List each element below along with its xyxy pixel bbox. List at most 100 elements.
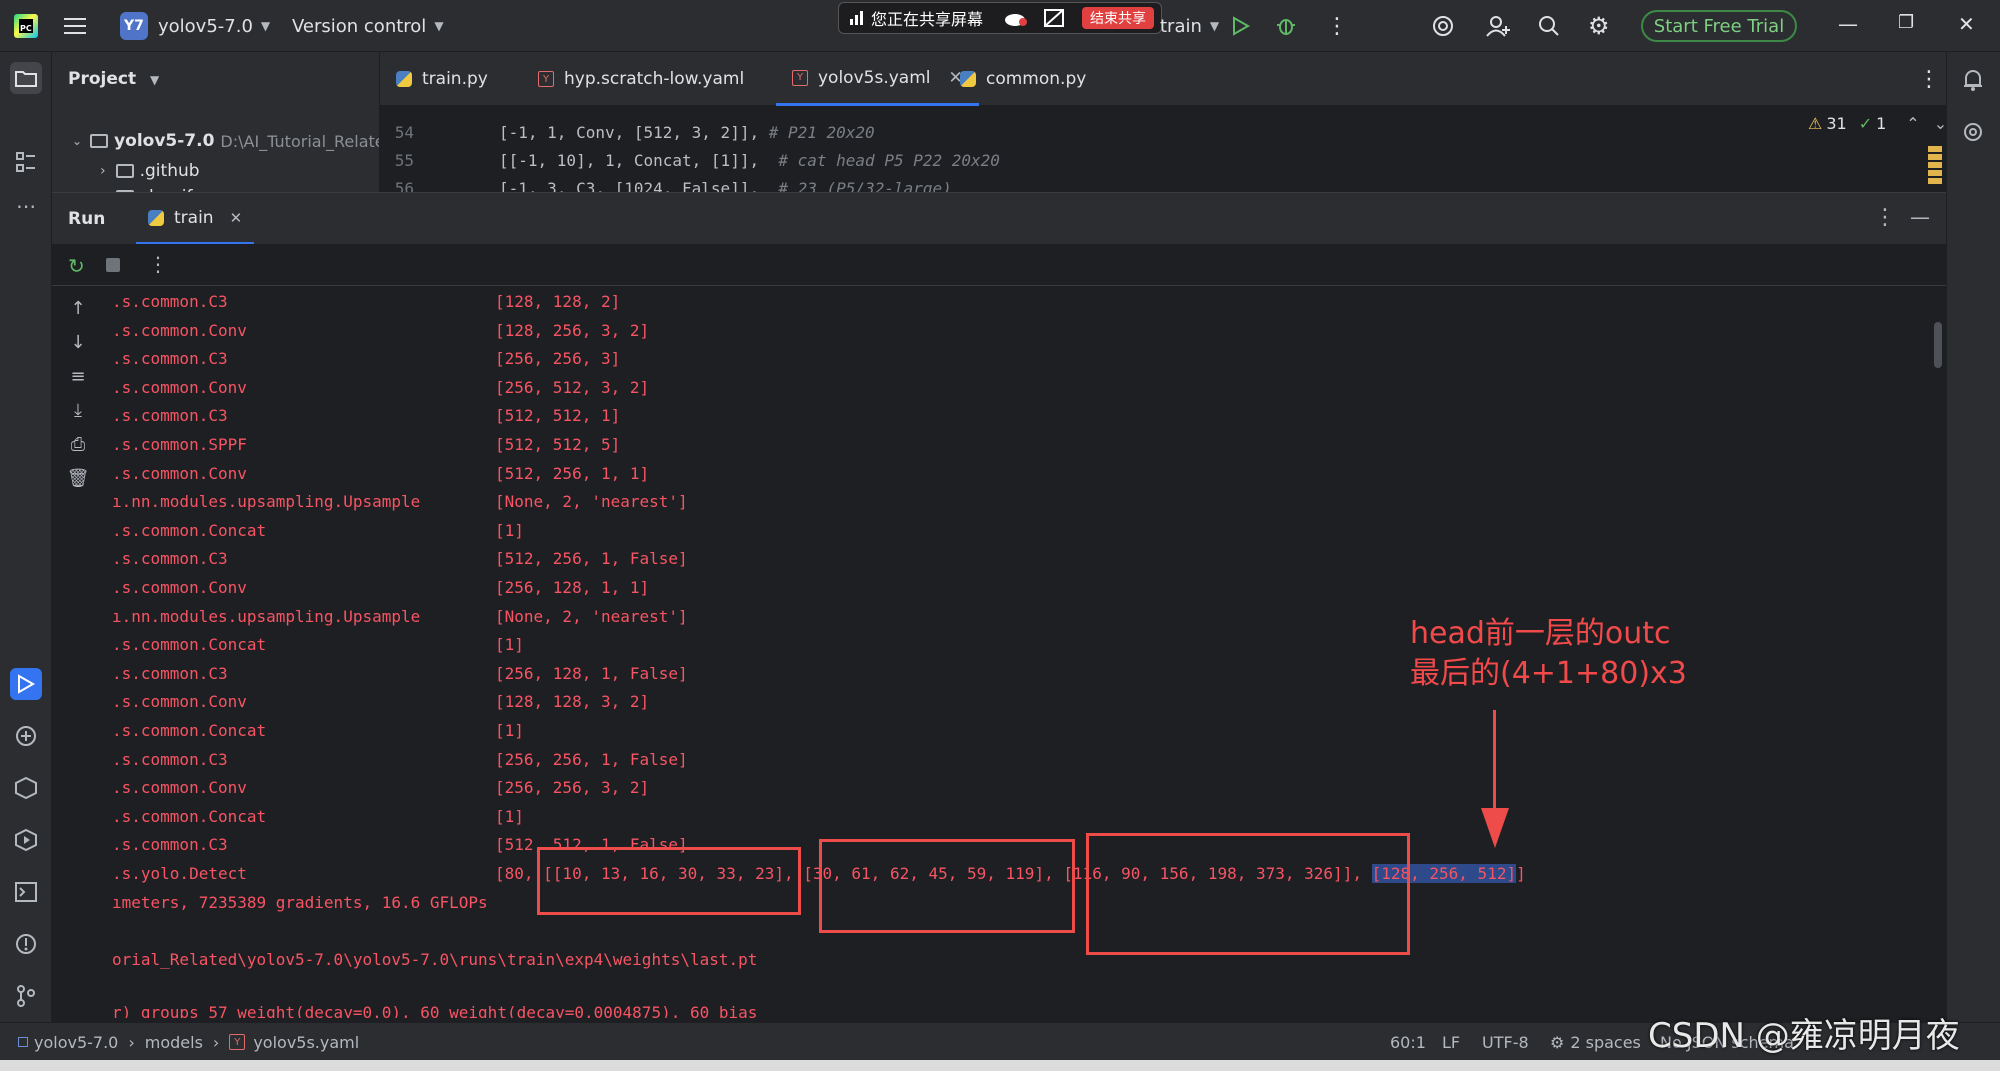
breadcrumb-item[interactable]: yolov5s.yaml [253,1033,359,1052]
console-module: .s.common.Conv [112,778,247,798]
yaml-file-icon: Y [792,69,808,86]
notifications-icon[interactable] [1957,64,1989,96]
console-args: [None, 2, 'nearest'] [495,492,688,512]
tree-item-classify[interactable]: › classify [100,184,202,192]
structure-icon[interactable] [10,146,42,178]
signal-icon [850,11,863,25]
indent-setting[interactable]: ⚙ 2 spaces [1550,1023,1641,1061]
console-args: [256, 128, 1, 1] [495,578,650,597]
main-menu-icon[interactable] [64,0,86,52]
close-tab-icon[interactable]: ✕ [230,209,243,227]
console-args: [1] [495,721,524,740]
console-line: .s.common.SPPF [512, 512, 5] [112,431,620,459]
services-icon[interactable] [10,824,42,856]
trash-icon[interactable]: 🗑 [66,468,90,489]
stop-icon[interactable] [106,258,120,272]
tab-hyp-scratch-low-yaml[interactable]: Y hyp.scratch-low.yaml [538,52,744,106]
start-free-trial-button[interactable]: Start Free Trial [1641,10,1797,42]
print-icon[interactable]: ⎙ [66,434,90,455]
tab-train-py[interactable]: train.py [396,52,488,106]
run-icon[interactable] [1232,0,1250,52]
console-module: .s.yolo.Detect [112,864,247,883]
console-module: .s.common.Concat [112,635,267,655]
breadcrumb-item[interactable]: yolov5-7.0 [34,1033,118,1052]
more-actions-icon[interactable]: ⋮ [1326,0,1348,52]
vcs-label: Version control [292,15,427,37]
chevron-down-icon: ▼ [150,73,160,87]
highlight-box-large-anchors [1086,833,1410,955]
code-line[interactable]: 56 [-1, 3, C3, [1024, False]], # 23 (P5/3… [380,174,952,193]
ai-assistant-icon[interactable] [1432,0,1454,52]
arrow-down-icon[interactable]: ↓ [66,332,90,353]
inspection-widget[interactable]: ⚠ 31 ✓ 1 ⌃ ⌄ [1808,114,1946,133]
end-share-button[interactable]: 结束共享 [1082,7,1154,29]
debug-icon[interactable] [1276,0,1296,52]
project-panel-title[interactable]: Project ▼ [68,69,159,89]
console-module: .s.common.SPPF [112,435,247,454]
tree-item-github[interactable]: › .github [100,158,200,184]
run-toolbar: ↻ ⋮ [52,244,1946,286]
code-comment: # P21 20x20 [768,122,875,142]
tab-yolov5s-yaml[interactable]: Y yolov5s.yaml ✕ [776,52,979,106]
chevron-up-icon[interactable]: ⌃ [1906,114,1919,133]
tab-label: yolov5s.yaml [818,67,931,88]
console-line-summary: ımeters, 7235389 gradients, 16.6 GFLOPs [112,892,488,912]
close-icon[interactable]: ✕ [1958,12,1975,36]
more-actions-icon[interactable]: ⋮ [148,252,168,276]
console-module: .s.common.Concat [112,520,267,540]
console-args: [256, 512, 3, 2] [495,377,650,397]
restore-icon[interactable]: ❐ [1898,12,1914,33]
run-config-selector[interactable]: train ▼ [1160,0,1219,52]
rerun-icon[interactable]: ↻ [68,254,85,278]
tab-common-py[interactable]: common.py [960,52,1086,106]
chevron-down-icon: ▼ [434,19,444,33]
arrow-up-icon[interactable]: ↑ [66,298,90,319]
ai-chat-icon[interactable] [1957,116,1989,148]
minimize-icon[interactable]: — [1838,12,1858,36]
share-notice: 您正在共享屏幕 [871,10,984,29]
python-file-icon [148,209,164,226]
cloud-icon[interactable] [1003,9,1029,27]
console-module: .s.common.Conv [112,692,247,712]
python-file-icon [396,71,412,87]
chevron-down-icon[interactable]: ⌄ [1934,114,1946,133]
app-logo-icon[interactable]: PC [14,0,38,52]
check-count: 1 [1876,114,1887,133]
add-user-icon[interactable] [1486,0,1510,52]
terminal-icon[interactable] [10,876,42,908]
project-switcher[interactable]: Y7 yolov5-7.0 ▼ [120,0,270,52]
python-packages-icon[interactable] [10,772,42,804]
annotate-icon[interactable] [1043,8,1065,28]
gear-icon[interactable]: ⚙ [1588,0,1610,52]
console-line: .s.common.Conv [256, 512, 3, 2] [112,374,649,402]
console-line: .s.common.C3 [512, 512, 1, False] [112,831,688,859]
console-args: [1] [495,635,524,655]
console-line: .s.common.Concat [1] [112,803,524,831]
hide-panel-icon[interactable]: — [1910,205,1930,229]
code-line[interactable]: 54 [-1, 1, Conv, [512, 3, 2]], # P21 20x2… [380,118,875,146]
git-icon[interactable] [10,980,42,1012]
console-line: .s.common.C3 [512, 512, 1] [112,402,620,430]
code-line[interactable]: 55 [[-1, 10], 1, Concat, [1]], # cat head… [380,146,1000,174]
scroll-to-end-icon[interactable]: ⤓ [66,400,90,421]
search-icon[interactable] [1538,0,1560,52]
version-control-menu[interactable]: Version control ▼ [292,0,444,52]
breadcrumb-item[interactable]: models [145,1033,203,1052]
console-line-detect: .s.yolo.Detect [80, [[10, 13, 16, 30, 33,… [112,860,1526,888]
python-console-icon[interactable] [10,720,42,752]
more-tools-icon[interactable]: ⋯ [10,190,42,222]
tree-root[interactable]: ⌄ yolov5-7.0 D:\AI_Tutorial_Related [72,128,379,154]
python-file-icon [960,71,976,87]
soft-wrap-icon[interactable]: ≡ [66,366,90,387]
run-options-icon[interactable]: ⋮ [1874,205,1896,230]
tab-options-icon[interactable]: ⋮ [1918,52,1940,106]
console-scrollbar[interactable] [1934,322,1942,368]
file-encoding[interactable]: UTF-8 [1482,1023,1529,1061]
console-args: [512, 512, 1] [495,406,621,426]
problems-icon[interactable] [10,928,42,960]
run-tab-train[interactable]: train ✕ [136,193,255,245]
line-separator[interactable]: LF [1442,1023,1460,1061]
caret-position[interactable]: 60:1 [1390,1023,1426,1061]
run-tool-icon[interactable] [10,668,42,700]
project-folder-icon[interactable] [10,62,42,94]
